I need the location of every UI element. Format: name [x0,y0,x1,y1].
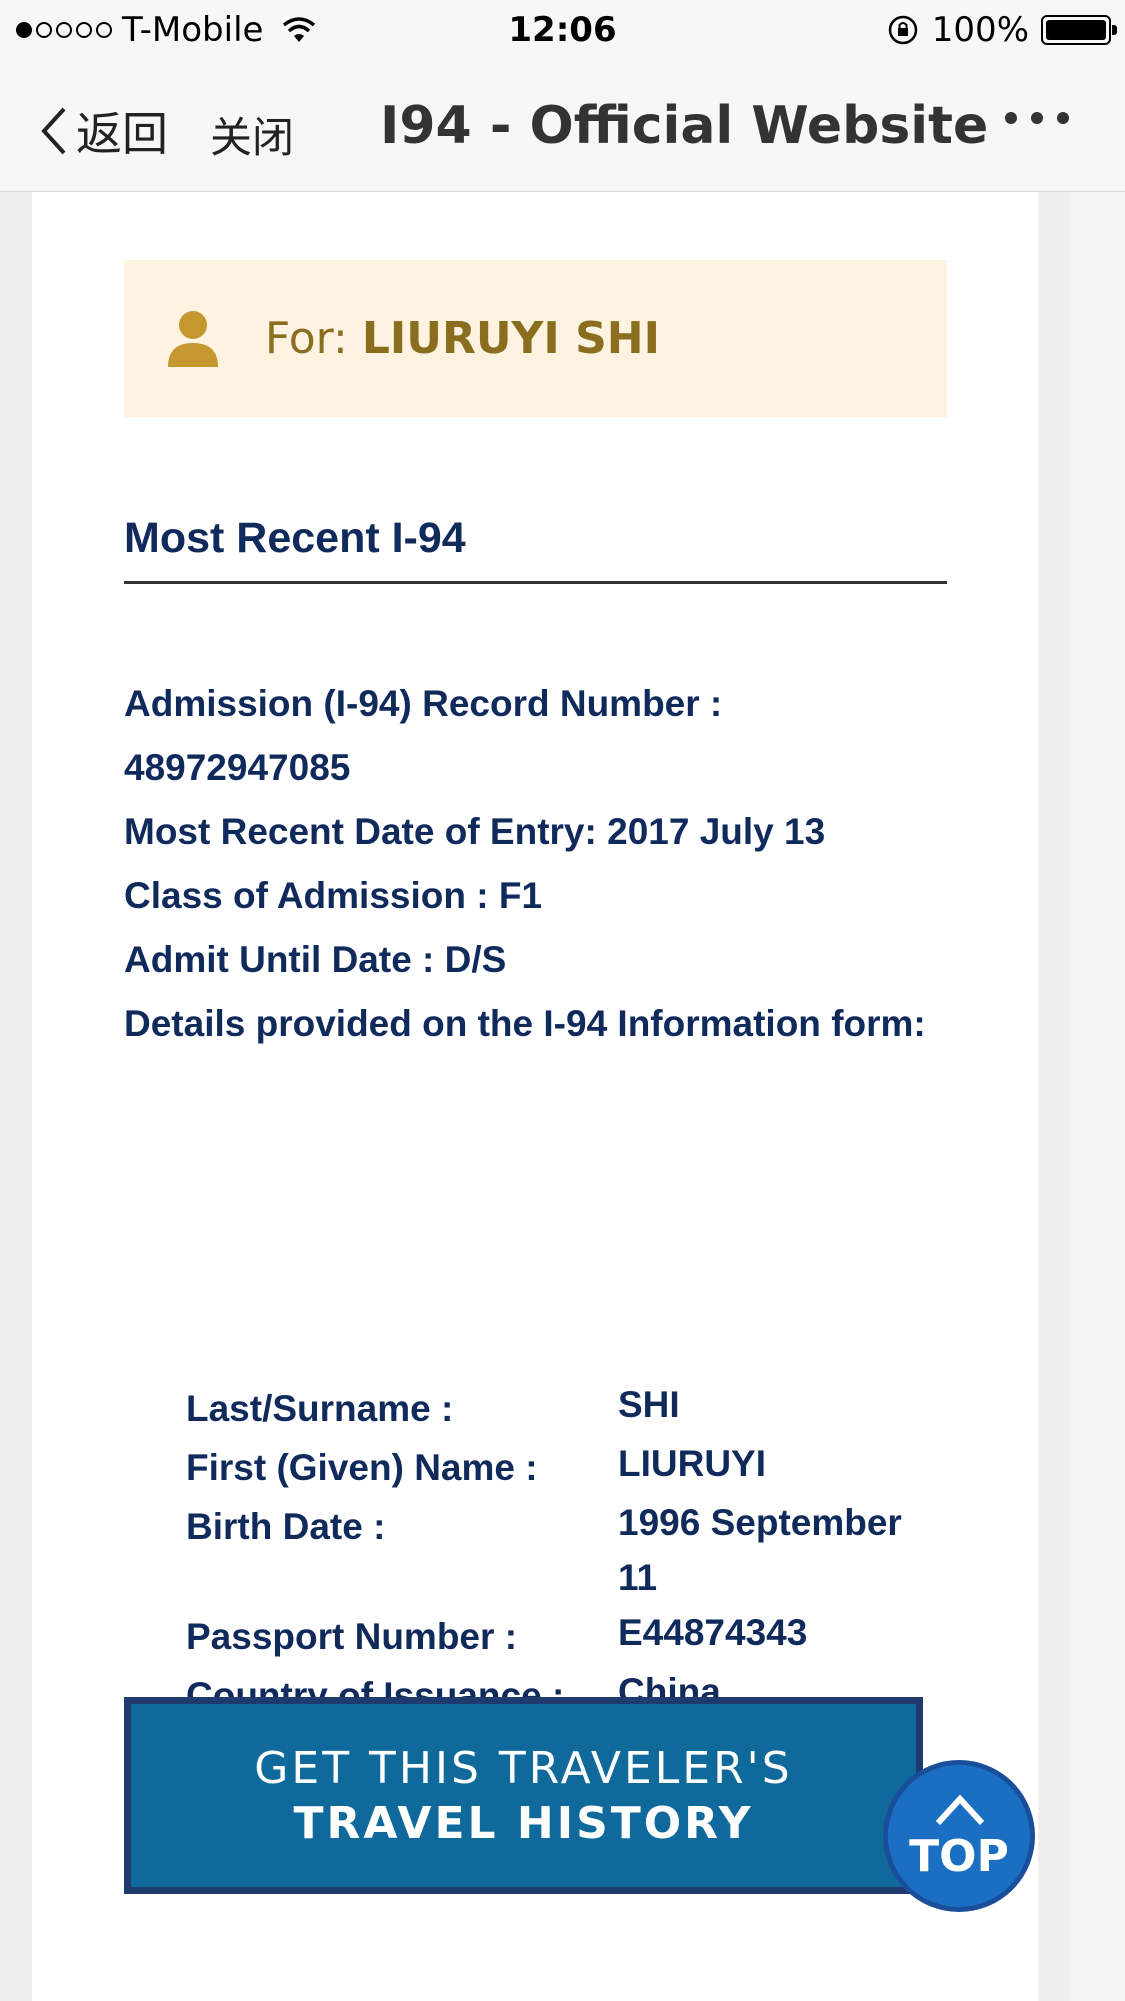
details-table: Last/Surname : SHI First (Given) Name : … [186,1377,946,1723]
more-dot-icon [1031,112,1043,124]
more-options-button[interactable] [1005,112,1069,124]
travel-history-button[interactable]: GET THIS TRAVELER'S TRAVEL HISTORY [124,1697,923,1894]
detail-value: 1996 September 11 [618,1502,902,1598]
back-button[interactable]: 返回 [38,98,168,164]
detail-row-given-name: First (Given) Name : LIURUYI [186,1436,946,1495]
details-intro: Details provided on the I-94 Information… [124,1003,926,1044]
travel-history-line1: GET THIS TRAVELER'S [254,1742,793,1794]
status-bar: T-Mobile 12:06 100% [0,0,1125,62]
travel-history-line2: TRAVEL HISTORY [293,1797,754,1849]
battery-icon [1041,15,1117,45]
battery-percent: 100% [931,10,1029,50]
top-label: TOP [909,1831,1009,1882]
user-icon [168,310,218,367]
record-summary: Admission (I-94) Record Number : 4897294… [124,672,947,1056]
detail-label: First (Given) Name : [186,1447,538,1488]
for-prefix: For: [265,313,348,364]
detail-label: Last/Surname : [186,1388,454,1429]
nav-bar: 返回 关闭 I94 - Official Website [0,62,1125,192]
entry-date: Most Recent Date of Entry: 2017 July 13 [124,811,826,852]
section-title: Most Recent I-94 [124,514,947,584]
traveler-banner: For: LIURUYI SHI [124,260,947,417]
traveler-label: For: LIURUYI SHI [265,313,660,364]
admission-number-label: Admission (I-94) Record Number : [124,683,723,724]
back-label: 返回 [76,107,168,161]
traveler-name: LIURUYI SHI [361,313,660,364]
detail-row-surname: Last/Surname : SHI [186,1377,946,1436]
page-side-gutter [1070,192,1125,2001]
detail-value: SHI [618,1384,680,1425]
admission-number: 48972947085 [124,747,351,788]
back-to-top-button[interactable]: TOP [883,1760,1035,1912]
class-of-admission: Class of Admission : F1 [124,875,543,916]
rotation-lock-icon [888,15,918,45]
admit-until-date: Admit Until Date : D/S [124,939,507,980]
detail-value: E44874343 [618,1612,808,1653]
chevron-up-icon [935,1794,985,1826]
chevron-left-icon [41,107,66,155]
more-dot-icon [1005,112,1017,124]
close-button[interactable]: 关闭 [210,104,294,165]
page-title: I94 - Official Website [380,96,989,156]
detail-value: LIURUYI [618,1443,766,1484]
more-dot-icon [1057,112,1069,124]
detail-label: Passport Number : [186,1616,518,1657]
detail-row-passport: Passport Number : E44874343 [186,1605,946,1664]
detail-label: Birth Date : [186,1506,386,1547]
content-card: For: LIURUYI SHI Most Recent I-94 Admiss… [32,192,1038,2001]
detail-row-birth-date: Birth Date : 1996 September 11 [186,1495,946,1605]
